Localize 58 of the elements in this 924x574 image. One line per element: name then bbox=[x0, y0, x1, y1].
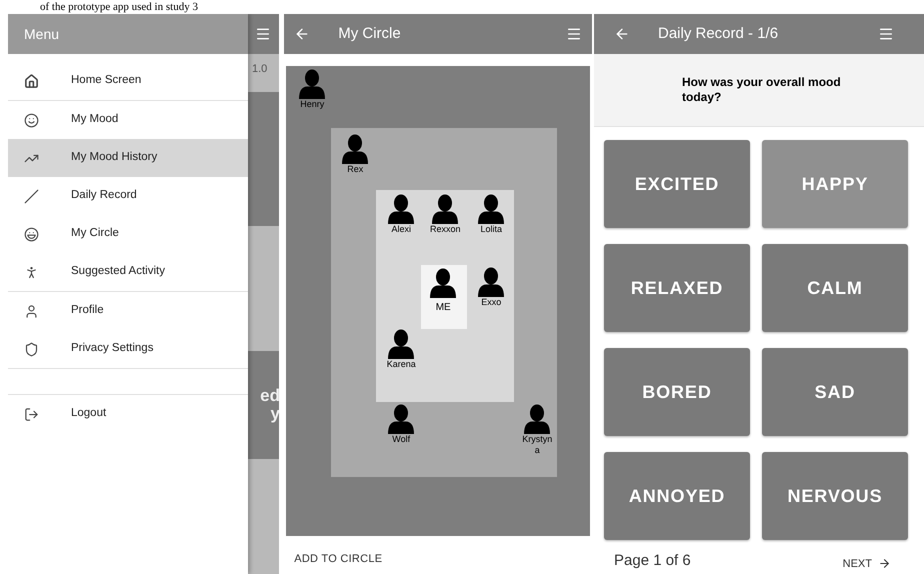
person-name: Karena bbox=[386, 359, 417, 370]
person-silhouette-icon bbox=[523, 404, 552, 434]
menu-icon[interactable] bbox=[878, 26, 894, 42]
menu-item[interactable]: Home Screen bbox=[8, 62, 248, 100]
menu-item[interactable]: My Mood bbox=[8, 101, 248, 139]
person-silhouette-icon bbox=[298, 69, 326, 99]
face-icon bbox=[24, 226, 39, 242]
person-silhouette-icon bbox=[387, 404, 416, 434]
logout-icon bbox=[24, 406, 39, 422]
person-name: Alexi bbox=[390, 224, 412, 235]
version-label: 1.0 bbox=[252, 62, 268, 77]
menu-item[interactable]: Daily Record bbox=[8, 177, 248, 215]
person-name: ME bbox=[434, 302, 452, 313]
menu-item[interactable]: Suggested Activity bbox=[8, 253, 248, 291]
person-name: Henry bbox=[299, 99, 326, 110]
mood-tile[interactable]: SAD bbox=[762, 348, 908, 436]
person-silhouette-icon bbox=[341, 134, 370, 164]
page-indicator: Page 1 of 6 bbox=[614, 550, 691, 570]
menu-item[interactable]: Logout bbox=[8, 395, 248, 433]
mood-tile[interactable]: CALM bbox=[762, 244, 908, 332]
add-to-circle-button[interactable]: ADD TO CIRCLE bbox=[294, 550, 382, 568]
pen-icon bbox=[24, 188, 39, 204]
menu-item[interactable]: My Mood History bbox=[8, 139, 248, 177]
mood-tile[interactable]: NERVOUS bbox=[762, 452, 908, 540]
mood-tile[interactable]: EXCITED bbox=[604, 140, 750, 228]
person-icon bbox=[24, 264, 39, 280]
card-label: ed bbox=[260, 387, 280, 405]
next-button[interactable]: NEXT bbox=[842, 556, 891, 572]
question-text: How was your overall mood today? bbox=[682, 75, 842, 105]
figure-caption: of the prototype app used in study 3 bbox=[39, 0, 199, 14]
person-silhouette-icon bbox=[387, 194, 416, 224]
person-name: Rex bbox=[346, 164, 364, 175]
mood-tile[interactable]: ANNOYED bbox=[604, 452, 750, 540]
screen-title: Daily Record - 1/6 bbox=[658, 24, 780, 44]
person-silhouette-icon bbox=[477, 194, 506, 224]
person-name: Exxo bbox=[480, 297, 502, 308]
person-name: Krystyna bbox=[521, 434, 554, 456]
person-name: Wolf bbox=[391, 434, 412, 445]
house-icon bbox=[24, 74, 39, 88]
smiley-icon bbox=[24, 112, 39, 128]
person-name: Lolita bbox=[479, 224, 503, 235]
menu-icon[interactable] bbox=[566, 26, 582, 42]
person-silhouette-icon bbox=[477, 267, 506, 297]
mood-tile[interactable]: BORED bbox=[604, 348, 750, 436]
person-silhouette-icon bbox=[387, 329, 416, 359]
person-silhouette-icon bbox=[429, 268, 458, 298]
menu-item[interactable]: Privacy Settings bbox=[8, 330, 248, 368]
shield-icon bbox=[24, 342, 39, 356]
person-silhouette-icon bbox=[431, 194, 460, 224]
mood-tile[interactable]: RELAXED bbox=[604, 244, 750, 332]
menu-icon[interactable] bbox=[255, 26, 272, 42]
user-icon bbox=[24, 304, 39, 318]
menu-item[interactable]: Profile bbox=[8, 292, 248, 330]
menu-item[interactable]: My Circle bbox=[8, 215, 248, 253]
screen-title: My Circle bbox=[338, 24, 402, 44]
arrow-right-icon bbox=[878, 557, 891, 570]
drawer-title: Menu bbox=[24, 24, 60, 44]
person-name: Rexxon bbox=[428, 224, 462, 235]
